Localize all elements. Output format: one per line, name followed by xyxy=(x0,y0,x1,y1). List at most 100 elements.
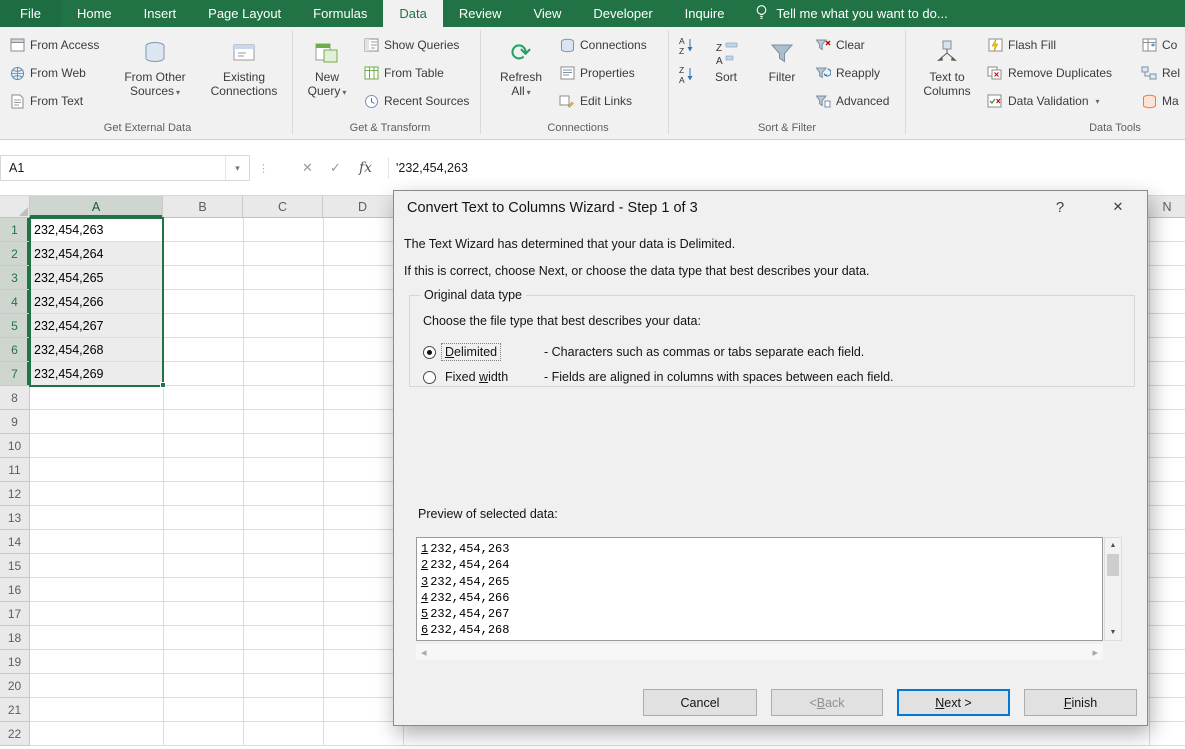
fixed-width-radio[interactable] xyxy=(423,370,436,384)
formula-bar-splitter[interactable]: ⋮ xyxy=(258,155,269,181)
row-header-20[interactable]: 20 xyxy=(0,674,30,698)
consolidate-button-partial[interactable]: Co xyxy=(1138,34,1180,56)
flash-fill-button[interactable]: Flash Fill xyxy=(984,34,1059,56)
tab-formulas[interactable]: Formulas xyxy=(297,0,383,27)
delimited-radio-label[interactable]: Delimited xyxy=(440,343,502,361)
new-query-button[interactable]: New Query ▾ xyxy=(298,32,356,122)
column-header-a[interactable]: A xyxy=(30,196,163,217)
row-header-3[interactable]: 3 xyxy=(0,266,30,290)
row-header-18[interactable]: 18 xyxy=(0,626,30,650)
properties-button[interactable]: Properties xyxy=(556,62,638,84)
formula-enter-icon[interactable]: ✓ xyxy=(322,155,349,181)
row-header-9[interactable]: 9 xyxy=(0,410,30,434)
tab-data[interactable]: Data xyxy=(383,0,443,27)
text-to-columns-button[interactable]: Text to Columns xyxy=(912,32,982,122)
tab-page-layout[interactable]: Page Layout xyxy=(192,0,297,27)
from-access-button[interactable]: From Access xyxy=(6,34,102,56)
row-header-22[interactable]: 22 xyxy=(0,722,30,746)
preview-horizontal-scrollbar[interactable]: ◂ ▸ xyxy=(416,644,1103,660)
tab-inquire[interactable]: Inquire xyxy=(669,0,741,27)
scroll-down-icon[interactable]: ▼ xyxy=(1105,625,1121,640)
row-header-4[interactable]: 4 xyxy=(0,290,30,314)
clear-filter-button[interactable]: Clear xyxy=(812,34,868,56)
delimited-radio-row[interactable]: Delimited - Characters such as commas or… xyxy=(423,343,864,361)
row-header-11[interactable]: 11 xyxy=(0,458,30,482)
reapply-filter-button[interactable]: Reapply xyxy=(812,62,883,84)
row-header-6[interactable]: 6 xyxy=(0,338,30,362)
row-header-17[interactable]: 17 xyxy=(0,602,30,626)
fixed-width-radio-label[interactable]: Fixed width xyxy=(442,369,511,385)
row-header-2[interactable]: 2 xyxy=(0,242,30,266)
from-web-button[interactable]: From Web xyxy=(6,62,89,84)
preview-vertical-scrollbar[interactable]: ▲ ▼ xyxy=(1104,537,1122,641)
sort-button[interactable]: ZA Sort xyxy=(702,32,750,122)
back-button[interactable]: < Back xyxy=(771,689,883,716)
cell-A2[interactable]: 232,454,264 xyxy=(30,242,163,266)
connections-button[interactable]: Connections xyxy=(556,34,650,56)
from-text-button[interactable]: From Text xyxy=(6,90,86,112)
formula-cancel-icon[interactable]: ✕ xyxy=(294,155,321,181)
column-header-d[interactable]: D xyxy=(323,196,403,217)
scroll-right-icon[interactable]: ▸ xyxy=(1092,646,1098,659)
row-header-10[interactable]: 10 xyxy=(0,434,30,458)
edit-links-button[interactable]: Edit Links xyxy=(556,90,635,112)
tab-home[interactable]: Home xyxy=(61,0,128,27)
show-queries-button[interactable]: Show Queries xyxy=(360,34,462,56)
sort-az-button[interactable]: AZ xyxy=(676,36,697,58)
name-box-caret-icon[interactable]: ▾ xyxy=(225,156,249,180)
row-header-14[interactable]: 14 xyxy=(0,530,30,554)
dialog-help-button[interactable]: ? xyxy=(1044,191,1076,223)
row-header-5[interactable]: 5 xyxy=(0,314,30,338)
tab-view[interactable]: View xyxy=(517,0,577,27)
row-header-19[interactable]: 19 xyxy=(0,650,30,674)
tab-file[interactable]: File xyxy=(0,0,61,27)
fixed-width-radio-row[interactable]: Fixed width - Fields are aligned in colu… xyxy=(423,368,894,386)
from-table-button[interactable]: From Table xyxy=(360,62,447,84)
cell-A7[interactable]: 232,454,269 xyxy=(30,362,163,386)
tab-insert[interactable]: Insert xyxy=(128,0,193,27)
fill-handle[interactable] xyxy=(160,382,166,388)
next-button[interactable]: Next > xyxy=(897,689,1010,716)
scroll-left-icon[interactable]: ◂ xyxy=(421,646,427,659)
cell-A6[interactable]: 232,454,268 xyxy=(30,338,163,362)
insert-function-icon[interactable]: fx xyxy=(352,155,379,181)
from-other-sources-button[interactable]: From Other Sources ▾ xyxy=(118,32,192,122)
sort-za-button[interactable]: ZA xyxy=(676,65,697,87)
row-header-7[interactable]: 7 xyxy=(0,362,30,386)
column-header-b[interactable]: B xyxy=(163,196,243,217)
column-header-n[interactable]: N xyxy=(1149,196,1185,217)
tab-developer[interactable]: Developer xyxy=(577,0,668,27)
select-all-corner[interactable] xyxy=(0,196,30,217)
row-header-1[interactable]: 1 xyxy=(0,218,30,242)
data-validation-button[interactable]: Data Validation ▾ xyxy=(984,90,1103,112)
row-header-16[interactable]: 16 xyxy=(0,578,30,602)
scrollbar-thumb[interactable] xyxy=(1107,554,1119,576)
tell-me-box[interactable]: Tell me what you want to do... xyxy=(754,0,948,27)
dialog-title[interactable]: Convert Text to Columns Wizard - Step 1 … xyxy=(407,200,698,216)
scroll-up-icon[interactable]: ▲ xyxy=(1105,538,1121,553)
advanced-filter-button[interactable]: Advanced xyxy=(812,90,892,112)
row-header-21[interactable]: 21 xyxy=(0,698,30,722)
relationships-button-partial[interactable]: Rel xyxy=(1138,62,1183,84)
cell-A1[interactable]: 232,454,263 xyxy=(30,218,163,242)
column-header-c[interactable]: C xyxy=(243,196,323,217)
row-header-8[interactable]: 8 xyxy=(0,386,30,410)
cell-A5[interactable]: 232,454,267 xyxy=(30,314,163,338)
finish-button[interactable]: Finish xyxy=(1024,689,1137,716)
existing-connections-button[interactable]: Existing Connections xyxy=(204,32,284,122)
dialog-close-icon[interactable]: ✕ xyxy=(1102,191,1134,223)
cell-A4[interactable]: 232,454,266 xyxy=(30,290,163,314)
manage-data-model-button-partial[interactable]: Ma xyxy=(1138,90,1182,112)
filter-button[interactable]: Filter xyxy=(756,32,808,122)
formula-input[interactable]: '232,454,263 xyxy=(396,155,468,181)
tab-review[interactable]: Review xyxy=(443,0,518,27)
refresh-all-button[interactable]: ⟳ Refresh All ▾ xyxy=(490,32,552,122)
cell-A3[interactable]: 232,454,265 xyxy=(30,266,163,290)
row-header-15[interactable]: 15 xyxy=(0,554,30,578)
recent-sources-button[interactable]: Recent Sources xyxy=(360,90,472,112)
remove-duplicates-button[interactable]: Remove Duplicates xyxy=(984,62,1115,84)
row-header-12[interactable]: 12 xyxy=(0,482,30,506)
row-header-13[interactable]: 13 xyxy=(0,506,30,530)
cancel-button[interactable]: Cancel xyxy=(643,689,757,716)
delimited-radio[interactable] xyxy=(423,345,436,359)
